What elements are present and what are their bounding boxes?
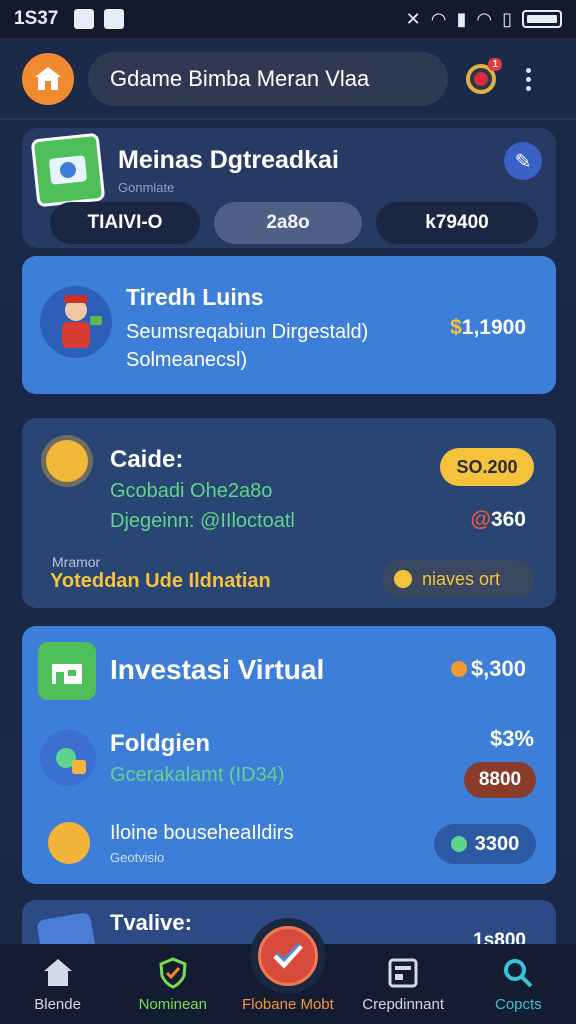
trader-avatar [40,286,112,358]
app-notification-icon [104,9,125,29]
dollar-coin-icon [48,822,90,864]
app-logo [30,132,106,208]
home-icon [43,959,72,986]
trade-amount: $1,1900 [450,316,526,339]
fund-value-pill[interactable]: 8800 [464,762,536,798]
notification-button[interactable]: 1 [466,58,502,94]
summary-card: Meinas Dgtreadkai Gonmlate ✎ TIAIVI-O 2a… [22,128,556,248]
nav-crepdinnant[interactable]: Crepdinnant [346,944,461,1024]
character-icon [62,295,102,348]
store-icon [38,642,96,700]
home-button[interactable] [22,53,74,105]
nav-copcts[interactable]: Copcts [461,944,576,1024]
nav-copcts-label: Copcts [495,996,542,1013]
investment-title: Investasi Virtual [110,654,325,685]
nav-nominean[interactable]: Nominean [115,944,230,1024]
investment-amount: $,300 [450,656,526,682]
nav-center-label: Flobane Mobt [242,996,334,1013]
fund-percent: $3% [489,726,534,751]
mute-icon: ✕ [405,8,421,29]
document-icon [388,958,418,988]
fund-name: Foldgien [110,730,210,757]
signal-icon: ▮ [456,8,467,29]
trade-name: Tiredh Luins [126,284,264,310]
trade-description: Seumsreqabiun Dirgestald) Solmeanecsl) [126,318,426,374]
fund-subtitle: Gcerakalamt (ID34) [110,764,285,786]
summary-pill-2[interactable]: 2a8o [214,202,362,244]
summary-title: Meinas Dgtreadkai [118,146,339,174]
more-options-icon[interactable] [526,67,531,91]
money-bag-glyph [56,748,86,774]
money-bag-icon [40,730,96,786]
guide-chip-label: niaves ort [422,568,501,589]
search-text: Gdame Bimba Meran Vlaa [110,66,370,91]
holding-subtitle: Geotvisio [110,850,165,865]
trade-card[interactable]: Tiredh Luins Seumsreqabiun Dirgestald) S… [22,256,556,394]
holding-name: Iloine bouseheaIldirs [110,822,294,844]
app-header: Gdame Bimba Meran Vlaa 1 [22,50,556,108]
notification-badge: 1 [488,58,502,71]
guide-line2: Djegeinn: @IIloctoatl [110,510,295,532]
guide-badge[interactable]: SO.200 [440,448,534,486]
virtual-investment-card[interactable]: Investasi Virtual $,300 Foldgien Gceraka… [22,626,556,884]
wallet-title: Tvalive: [110,910,192,935]
guide-line1: Gcobadi Ohe2a8o [110,480,273,502]
edit-button[interactable]: ✎ [504,142,542,180]
search-icon [504,959,533,988]
center-action-button[interactable] [258,926,318,986]
smiley-icon [394,570,412,588]
notification-icon [474,72,488,86]
trade-desc-line1: Seumsreqabiun Dirgestald) [126,321,369,343]
guide-value: @360 [470,508,526,531]
wallet-icon [49,155,87,185]
guide-title: Caide: [110,446,184,473]
trade-desc-line2: Solmeanecsl) [126,349,248,371]
guide-chip[interactable]: niaves ort [382,560,534,598]
pencil-icon: ✎ [514,150,532,173]
summary-subtitle: Gonmlate [118,180,175,195]
search-bar[interactable]: Gdame Bimba Meran Vlaa [88,52,448,106]
checkmark-icon [273,942,303,969]
nav-home[interactable]: Blende [0,944,115,1024]
header-divider [0,118,576,120]
wifi-icon: ◠ [430,8,447,29]
shield-check-icon [159,957,187,989]
summary-pill-1[interactable]: TIAIVI-O [50,202,200,244]
store-glyph [52,664,82,684]
status-bar: 1S37 ✕ ◠ ▮ ◠ ▯ [0,0,576,38]
wifi-secondary-icon: ◠ [476,8,493,29]
guide-caption-value: Yoteddan Ude Ildnatian [50,570,271,592]
coin-icon [450,661,467,677]
sun-icon [46,440,88,482]
guide-card[interactable]: Caide: Gcobadi Ohe2a8o Djegeinn: @IIloct… [22,418,556,608]
guide-caption: Mramor [52,554,101,570]
sim-icon: ▯ [502,8,512,29]
status-time: 1S37 [14,8,59,29]
image-notification-icon [74,9,95,29]
summary-pill-3[interactable]: k79400 [376,202,538,244]
nav-home-label: Blende [34,996,81,1013]
battery-icon [522,10,562,28]
check-icon [450,836,467,852]
holding-value-pill[interactable]: 3300 [434,824,536,864]
nav-crepdinnant-label: Crepdinnant [362,996,445,1013]
house-icon [35,67,61,90]
nav-nominean-label: Nominean [138,996,207,1013]
